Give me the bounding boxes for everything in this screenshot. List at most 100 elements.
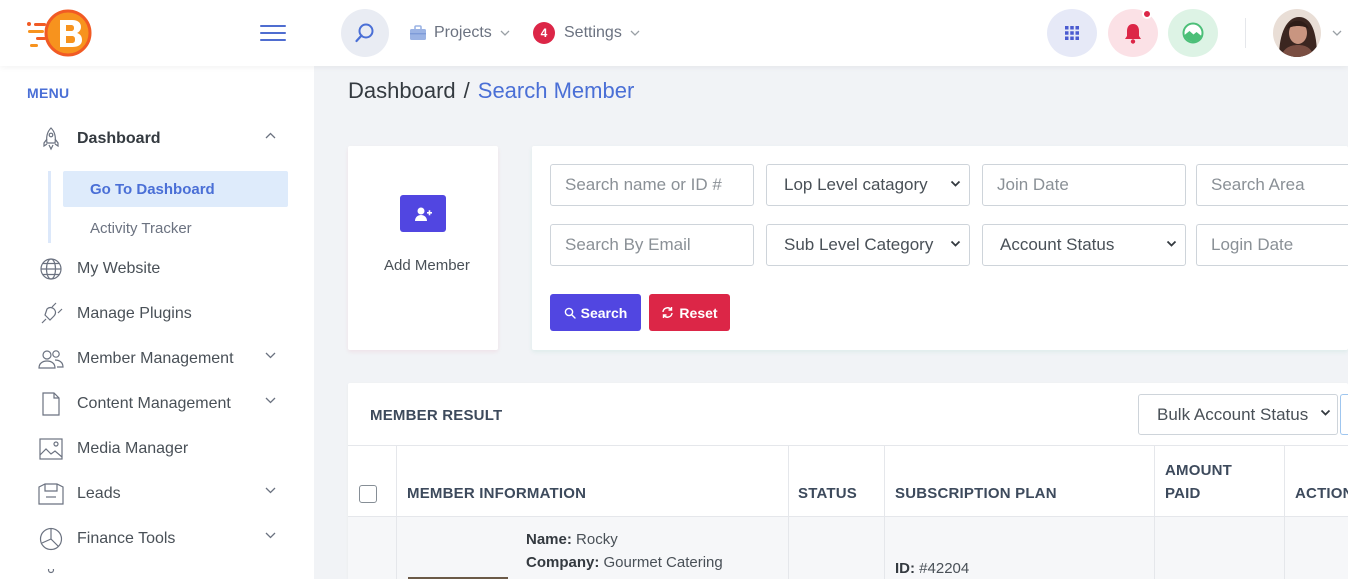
breadcrumb-current: Search Member bbox=[477, 78, 635, 103]
brand-logo[interactable] bbox=[24, 8, 100, 58]
bulk-account-status-select[interactable]: Bulk Account Status bbox=[1138, 394, 1338, 435]
add-member-label: Add Member bbox=[384, 257, 470, 274]
search-email-field[interactable] bbox=[550, 224, 754, 266]
reset-button-label: Reset bbox=[679, 304, 718, 321]
apps-button[interactable] bbox=[1047, 9, 1097, 57]
search-button[interactable]: Search bbox=[550, 294, 641, 331]
reset-button[interactable]: Reset bbox=[649, 294, 730, 331]
member-company-label: Company: bbox=[526, 554, 600, 571]
subscription-id-label: ID: bbox=[895, 560, 915, 577]
sidebar-item-partial[interactable] bbox=[36, 569, 286, 579]
column-header-action[interactable]: ACTION bbox=[1295, 482, 1348, 505]
search-area-field[interactable] bbox=[1196, 164, 1348, 206]
column-header-amount-paid[interactable]: AMOUNT PAID bbox=[1165, 459, 1232, 505]
settings-count-badge: 4 bbox=[533, 22, 555, 44]
sub-level-category-value: Sub Level Category bbox=[784, 235, 934, 254]
account-status-select[interactable]: Account Status bbox=[982, 224, 1186, 266]
column-divider bbox=[396, 445, 397, 579]
sidebar-item-content-management-label: Content Management bbox=[77, 395, 231, 412]
column-divider bbox=[788, 445, 789, 579]
plugin-icon bbox=[36, 299, 66, 329]
chevron-down-icon bbox=[265, 532, 276, 539]
sidebar-item-manage-plugins[interactable]: Manage Plugins bbox=[36, 299, 286, 329]
join-date-input[interactable] bbox=[997, 175, 1185, 195]
select-all-checkbox[interactable] bbox=[359, 485, 377, 503]
add-member-card: Add Member bbox=[348, 146, 498, 350]
notifications-button[interactable] bbox=[1108, 9, 1158, 57]
sidebar-item-dashboard[interactable]: Dashboard bbox=[36, 124, 286, 154]
briefcase-icon bbox=[410, 25, 426, 40]
bulk-account-status-value: Bulk Account Status bbox=[1157, 404, 1309, 424]
add-user-icon bbox=[415, 207, 432, 221]
nav-projects[interactable]: Projects bbox=[409, 22, 510, 44]
hamburger-menu-icon[interactable] bbox=[258, 22, 288, 44]
bell-icon bbox=[1125, 24, 1141, 44]
member-name-value: Rocky bbox=[576, 531, 618, 548]
sidebar-item-manage-plugins-label: Manage Plugins bbox=[77, 305, 192, 322]
search-button[interactable] bbox=[341, 9, 389, 57]
globe-icon bbox=[36, 254, 66, 284]
submenu-guide-line bbox=[48, 171, 51, 243]
search-area-input[interactable] bbox=[1211, 175, 1348, 195]
sidebar-item-leads[interactable]: Leads bbox=[36, 479, 286, 509]
chevron-down-icon bbox=[500, 30, 510, 36]
partial-icon bbox=[36, 569, 66, 579]
sidebar-item-media-manager-label: Media Manager bbox=[77, 440, 189, 457]
search-name-input[interactable] bbox=[565, 175, 753, 195]
chevron-down-icon bbox=[265, 397, 276, 404]
chevron-down-icon bbox=[950, 240, 961, 247]
sidebar-item-media-manager[interactable]: Media Manager bbox=[36, 434, 286, 464]
chevron-down-icon bbox=[265, 487, 276, 494]
sidebar-item-my-website[interactable]: My Website bbox=[36, 254, 286, 284]
join-date-field[interactable] bbox=[982, 164, 1186, 206]
chevron-down-icon bbox=[950, 180, 961, 187]
leads-icon bbox=[36, 479, 66, 509]
column-header-subscription-plan[interactable]: SUBSCRIPTION PLAN bbox=[895, 482, 1057, 505]
nav-settings-label: Settings bbox=[564, 24, 622, 41]
breadcrumb: Dashboard / Search Member bbox=[348, 78, 634, 104]
sidebar-item-my-website-label: My Website bbox=[77, 260, 161, 277]
nav-projects-label: Projects bbox=[434, 24, 492, 41]
nav-settings[interactable]: 4 Settings bbox=[533, 22, 640, 44]
sidebar-item-content-management[interactable]: Content Management bbox=[36, 389, 286, 419]
subscription-id-value: #42204 bbox=[919, 560, 970, 577]
member-company: Company: Gourmet Catering bbox=[526, 554, 723, 571]
column-divider bbox=[884, 445, 885, 579]
search-button-label: Search bbox=[580, 304, 628, 321]
search-name-field[interactable] bbox=[550, 164, 754, 206]
sidebar-subitem-go-to-dashboard[interactable]: Go To Dashboard bbox=[63, 171, 288, 207]
breadcrumb-separator: / bbox=[463, 78, 470, 103]
document-icon bbox=[36, 389, 66, 419]
login-date-field[interactable] bbox=[1196, 224, 1348, 266]
top-header: Projects 4 Settings bbox=[0, 0, 1348, 66]
search-email-input[interactable] bbox=[565, 235, 753, 255]
subscription-id: ID: #42204 bbox=[895, 560, 969, 577]
search-icon bbox=[355, 23, 374, 43]
breadcrumb-root[interactable]: Dashboard bbox=[348, 78, 456, 103]
bulk-apply-button[interactable] bbox=[1340, 394, 1348, 435]
sidebar-subitem-activity-tracker[interactable]: Activity Tracker bbox=[90, 216, 192, 240]
column-header-status[interactable]: STATUS bbox=[798, 482, 857, 505]
status-button[interactable] bbox=[1168, 9, 1218, 57]
chevron-down-icon bbox=[1320, 409, 1331, 416]
grid-icon bbox=[1065, 26, 1079, 40]
top-level-category-select[interactable]: Lop Level catagory bbox=[766, 164, 970, 206]
header-divider bbox=[1245, 18, 1246, 48]
account-status-value: Account Status bbox=[1000, 235, 1115, 254]
member-name-label: Name: bbox=[526, 531, 572, 548]
refresh-icon bbox=[662, 307, 674, 318]
menu-title: MENU bbox=[27, 85, 70, 101]
landscape-icon bbox=[1182, 22, 1204, 44]
sub-level-category-select[interactable]: Sub Level Category bbox=[766, 224, 970, 266]
sidebar-item-finance-tools[interactable]: Finance Tools bbox=[36, 524, 286, 554]
add-member-button[interactable] bbox=[400, 195, 446, 232]
notification-dot bbox=[1142, 9, 1152, 19]
sidebar-item-member-management[interactable]: Member Management bbox=[36, 344, 286, 374]
column-header-member-information[interactable]: MEMBER INFORMATION bbox=[407, 482, 586, 505]
rocket-icon bbox=[36, 124, 66, 154]
table-row bbox=[348, 517, 1348, 579]
login-date-input[interactable] bbox=[1211, 235, 1348, 255]
user-avatar[interactable] bbox=[1273, 9, 1321, 57]
sidebar-item-dashboard-label: Dashboard bbox=[77, 130, 161, 147]
chevron-down-icon[interactable] bbox=[1332, 30, 1342, 36]
